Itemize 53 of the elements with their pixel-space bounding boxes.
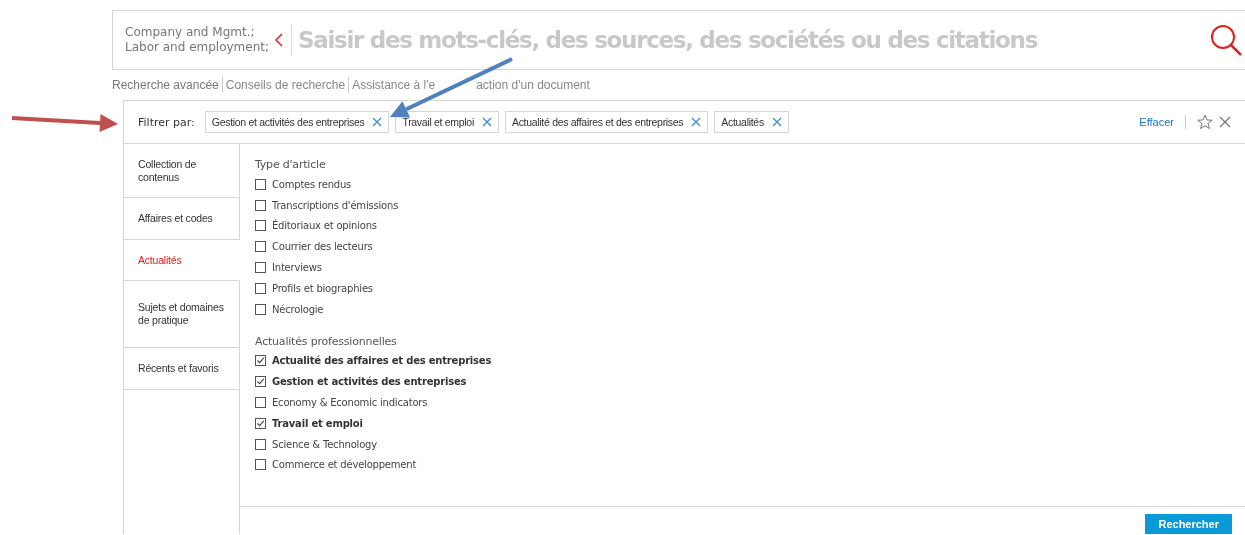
option-label: Actualité des affaires et des entreprises xyxy=(272,355,492,367)
clear-link[interactable]: Effacer xyxy=(1139,116,1174,128)
option-label: Éditoriaux et opinions xyxy=(272,220,377,232)
search-button[interactable]: Rechercher xyxy=(1145,514,1232,534)
search-scope[interactable]: Company and Mgmt.; Labor and employment; xyxy=(125,25,271,55)
group-heading: Type d'article xyxy=(255,158,327,171)
checkbox[interactable] xyxy=(255,178,266,190)
option-label: Courrier des lecteurs xyxy=(272,241,373,253)
checkbox[interactable] xyxy=(255,459,266,471)
close-icon[interactable] xyxy=(481,117,492,127)
close-icon[interactable] xyxy=(771,117,782,127)
chevron-left-icon[interactable] xyxy=(275,33,283,47)
checkbox[interactable] xyxy=(255,220,266,232)
checkbox[interactable] xyxy=(255,303,266,315)
filter-chip[interactable]: Actualités xyxy=(714,111,789,133)
checkbox[interactable] xyxy=(255,376,266,388)
checkbox[interactable] xyxy=(255,262,266,274)
sidebar-item[interactable]: Sujets et domaines de pratique xyxy=(124,281,240,348)
option-label: Economy & Economic indicators xyxy=(272,397,428,409)
filter-label: Filtrer par: xyxy=(138,115,195,129)
filter-chip[interactable]: Actualité des affaires et des entreprises xyxy=(504,111,709,133)
group-heading: Actualités professionnelles xyxy=(255,334,398,348)
option-label: Travail et emploi xyxy=(272,417,363,429)
search-tab[interactable]: Recherche avancée xyxy=(112,77,222,93)
search-tab[interactable]: Conseils de recherche xyxy=(225,77,349,93)
checkbox[interactable] xyxy=(255,199,266,211)
search-tab[interactable]: action d'un document xyxy=(476,77,593,93)
sidebar-item[interactable]: Collection de contenus xyxy=(124,144,240,198)
option-label: Comptes rendus xyxy=(272,178,352,190)
sidebar-item[interactable]: Actualités xyxy=(124,240,240,281)
option-label: Nécrologie xyxy=(272,303,324,315)
checkbox[interactable] xyxy=(255,241,266,253)
option-label: Science & Technology xyxy=(272,438,377,450)
checkbox[interactable] xyxy=(255,417,266,429)
checkbox[interactable] xyxy=(255,438,266,450)
option-label: Commerce et développement xyxy=(272,459,417,471)
option-label: Gestion et activités des entreprises xyxy=(272,376,467,388)
close-icon[interactable] xyxy=(691,117,702,127)
close-icon[interactable] xyxy=(1219,116,1231,128)
checkbox[interactable] xyxy=(255,355,266,367)
search-tab[interactable]: Assistance à l'e xyxy=(352,77,439,93)
star-icon[interactable] xyxy=(1197,114,1213,130)
close-icon[interactable] xyxy=(372,117,383,127)
checkbox[interactable] xyxy=(255,282,266,294)
option-label: Transcriptions d'émissions xyxy=(272,199,399,211)
search-icon[interactable] xyxy=(1210,24,1242,56)
sidebar-item[interactable]: Affaires et codes xyxy=(124,198,240,240)
checkbox[interactable] xyxy=(255,397,266,409)
sidebar-item[interactable]: Récents et favoris xyxy=(124,348,240,390)
option-label: Interviews xyxy=(272,262,322,274)
filter-chip[interactable]: Gestion et activités des entreprises xyxy=(204,111,390,133)
filter-chip[interactable]: Travail et emploi xyxy=(395,111,499,133)
option-label: Profils et biographies xyxy=(272,282,373,294)
